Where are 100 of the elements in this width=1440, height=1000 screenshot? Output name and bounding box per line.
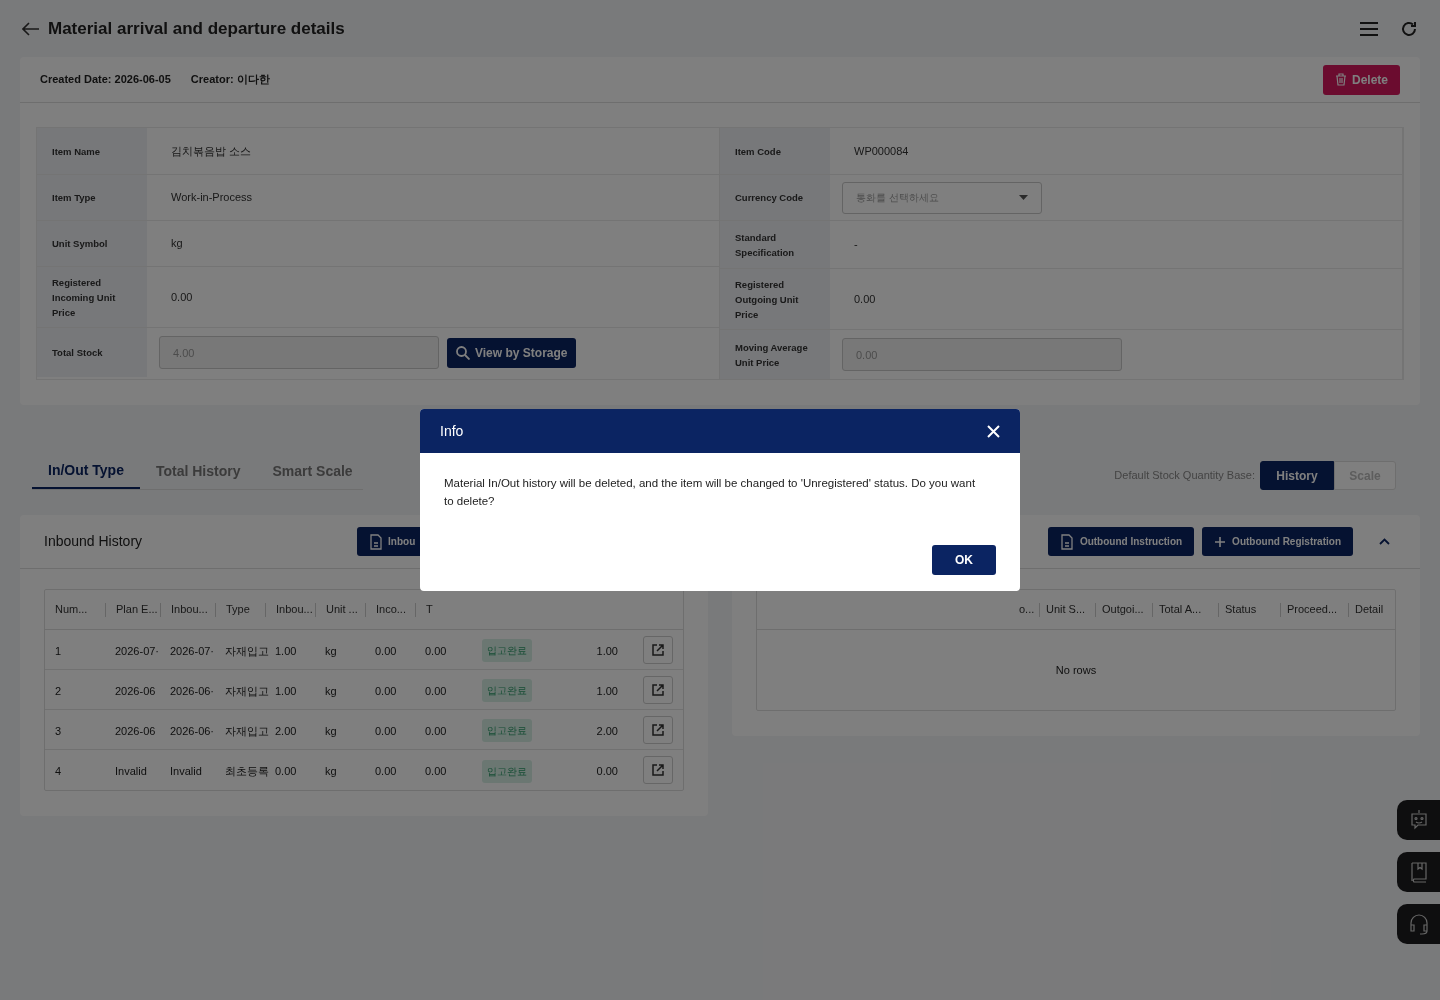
external-link-icon [651,642,665,657]
panel-title: Inbound History [44,532,143,551]
table-cell: Invalid [170,765,202,777]
tab[interactable]: Smart Scale [256,454,369,489]
column-header: Status [1225,602,1257,618]
table-cell: 0.00 [425,765,447,777]
field-label: Currency Code [735,191,804,205]
table-cell: 2026-06· [170,724,215,737]
column-header: Inbou... [276,602,313,618]
field-label: Registered Incoming Unit Price [52,275,117,320]
tab[interactable]: Total History [139,454,257,489]
table-cell: 0.00 [425,684,447,697]
detail-button[interactable] [643,715,673,744]
table-cell: 최초등록 [225,765,269,777]
column-header: o... [1019,602,1035,618]
table-cell: 0.00 [375,644,397,657]
table-cell: 자재입고 [225,644,269,657]
support-button[interactable] [1397,904,1440,944]
collapse-icon[interactable] [1379,538,1390,545]
table-cell: kg [325,684,337,697]
detail-button[interactable] [643,675,673,704]
table-cell: 1.00 [275,684,297,697]
field-value: Work-in-Process [170,190,254,206]
table-cell: 2026-06 [115,684,156,697]
table-cell: 2026-07· [170,644,215,657]
table-cell: kg [325,724,337,737]
table-cell: kg [325,765,337,777]
dialog-title: Info [440,421,464,441]
field-label: Registered Outgoing Unit Price [735,277,800,322]
column-header: Inco... [376,602,406,618]
outbound-registration-button[interactable]: Outbound Registration [1202,527,1353,556]
field-label: Item Name [52,144,101,159]
table-cell: 자재입고 [225,724,269,737]
external-link-icon [651,763,665,777]
field-label: Moving Average Unit Price [735,340,809,370]
column-header: Inbou... [171,602,208,618]
column-header: Type [226,602,250,618]
table-cell: 0.00 [275,765,297,777]
field-value: - [853,237,859,253]
status-badge: 입고완료 [482,679,532,702]
column-header: Proceed... [1287,602,1338,618]
status-badge: 입고완료 [482,719,532,742]
column-header: Unit S... [1046,602,1086,618]
field-label: Total Stock [52,346,103,360]
column-header: Unit ... [326,602,358,618]
toggle-option[interactable]: History [1260,461,1334,490]
table-cell: 2026-06 [115,724,156,737]
table-cell: 4 [55,765,62,777]
column-header: T [426,602,433,618]
field-label: Standard Specification [735,230,796,260]
status-badge: 입고완료 [482,639,532,662]
table-cell: Invalid [115,765,147,777]
field-value: 0.00 [170,289,194,305]
table-cell: 2026-07· [115,644,160,657]
column-header: Detail [1355,602,1384,618]
creator: Creator: 이다한 [190,72,270,88]
column-header: Total A... [1159,602,1202,618]
table-cell: 1.00 [596,684,618,697]
detail-button[interactable] [643,756,673,784]
table-cell: 0.00 [596,765,618,777]
search-icon [456,345,470,360]
table-cell: 자재입고 [225,684,269,697]
table-cell: 1 [55,644,62,657]
caret-down-icon [1019,195,1028,200]
delete-button[interactable]: Delete [1322,64,1400,95]
field-label: Unit Symbol [52,237,108,251]
table-cell: 2.00 [596,724,618,737]
tab[interactable]: In/Out Type [32,454,140,489]
table-cell: 3 [55,724,62,737]
table-cell: kg [325,644,337,657]
table-cell: 0.00 [375,765,397,777]
back-arrow-icon[interactable] [22,21,40,36]
close-icon[interactable] [987,424,1000,438]
refresh-icon[interactable] [1400,19,1418,38]
detail-button[interactable] [643,635,673,664]
ok-button[interactable]: OK [932,545,996,575]
column-header: Num... [55,602,88,618]
guide-button[interactable] [1397,852,1440,892]
trash-icon [1334,73,1347,86]
field-value: kg [170,236,184,252]
page-title: Material arrival and departure details [48,17,345,40]
headset-icon [1407,913,1430,935]
view-by-storage-button[interactable]: View by Storage [447,337,577,368]
outbound-instruction-button[interactable]: Outbound Instruction [1047,527,1195,556]
field-value: 0.00 [853,291,877,307]
dialog-message: Material In/Out history will be deleted, and the item will be changed to 'Unregistered' status. Do you want to delete? [443,476,977,509]
document-icon [369,533,384,550]
external-link-icon [651,682,665,697]
table-cell: 1.00 [596,644,618,657]
document-icon [1059,533,1074,550]
chatbot-button[interactable] [1397,800,1440,840]
field-value: WP000084 [853,143,910,159]
table-cell: 2 [55,684,62,697]
status-badge: 입고완료 [482,759,532,783]
table-cell: 2026-06· [170,684,215,697]
created-date: Created Date: 2026-06-05 [40,72,171,88]
empty-message: No rows [1055,662,1097,678]
plus-icon [1214,535,1227,548]
field-label: Item Type [52,191,96,205]
menu-icon[interactable] [1360,21,1378,36]
